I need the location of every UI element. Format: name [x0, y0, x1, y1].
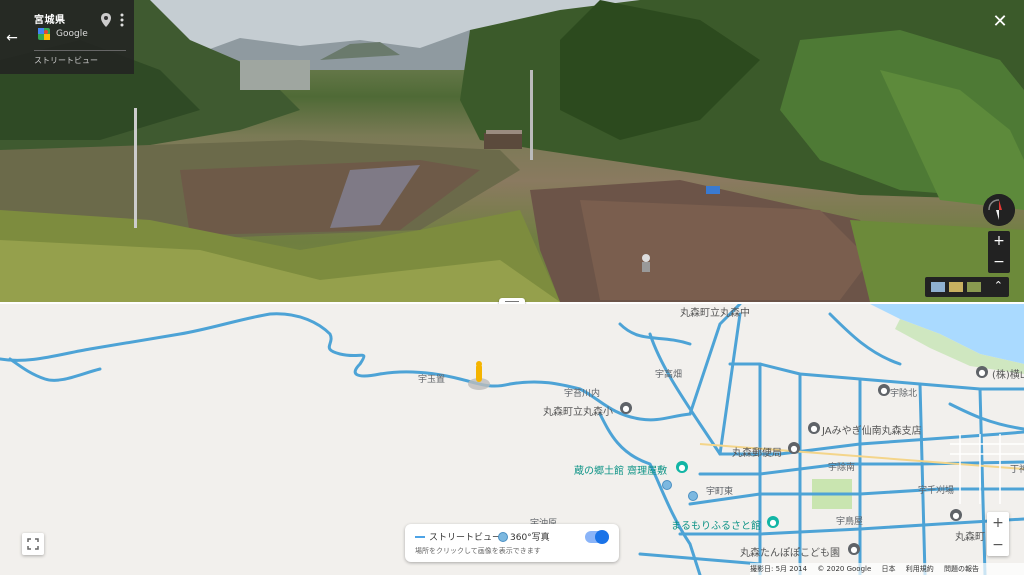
furusato-icon[interactable]: ●	[767, 516, 779, 528]
expand-chevron-icon[interactable]: ⌃	[994, 279, 1003, 292]
street-view-screen: ← 宮城県 Google ストリートビュー ✕ + − ⌃ 宇玉置 宇苔川内 丸…	[0, 0, 1024, 575]
copyright: © 2020 Google	[817, 565, 872, 573]
map-label-area3: 宇高畑	[655, 370, 683, 380]
kindergarten-icon[interactable]: ●	[848, 543, 860, 555]
map-label-area5: 宇町東	[706, 487, 734, 497]
map-zoom-controls: + −	[987, 512, 1009, 556]
street-view-mode-label: ストリートビュー	[34, 56, 98, 65]
card-divider	[34, 50, 126, 51]
company-pin-icon[interactable]: ●	[976, 366, 988, 378]
sv-zoom-out-button[interactable]: −	[988, 252, 1010, 273]
legend-photo: 360°写真	[510, 533, 550, 543]
map-label-area4: 宇除南	[828, 463, 856, 473]
location-pin-icon[interactable]	[100, 12, 112, 28]
back-arrow-icon[interactable]: ←	[4, 30, 20, 46]
map-label-north: 宇除北	[890, 389, 918, 399]
map-label-hospital: (株)横山	[992, 370, 1024, 381]
legend-street-view: ストリートビュー	[429, 533, 502, 543]
map-label-area6: 宇千刈場	[918, 486, 955, 496]
bank-pin-icon[interactable]: ●	[808, 422, 820, 434]
layer-toggle[interactable]	[585, 530, 609, 544]
museum-icon[interactable]: ●	[676, 461, 688, 473]
map-label-school: 丸森町立丸森小	[543, 407, 613, 418]
map-label-ja: JAみやぎ仙南丸森支店	[822, 426, 922, 437]
map-zoom-out-button[interactable]: −	[987, 534, 1009, 556]
map-label-post: 丸森郵便局	[732, 448, 782, 459]
street-view-zoom-controls: + −	[988, 231, 1010, 273]
street-view-line-swatch	[415, 536, 425, 538]
town-pin-icon[interactable]: ●	[950, 509, 962, 521]
post-office-icon[interactable]: ●	[788, 442, 800, 454]
panorama-image	[0, 0, 1024, 302]
north-pin-icon[interactable]: ●	[878, 384, 890, 396]
fullscreen-icon	[27, 538, 39, 550]
place-name: 宮城県	[34, 15, 66, 26]
thumbnail-2[interactable]	[949, 282, 963, 292]
school-icon[interactable]: ●	[620, 402, 632, 414]
close-button[interactable]: ✕	[990, 12, 1010, 32]
terms-link[interactable]: 利用規約	[906, 565, 934, 573]
fullscreen-button[interactable]	[22, 533, 44, 555]
capture-date: 撮影日: 5月 2014	[750, 565, 808, 573]
map-footer: 撮影日: 5月 2014 © 2020 Google 日本 利用規約 問題の報告	[750, 563, 1024, 575]
map-label-right-edge: 丁神	[1010, 465, 1024, 475]
report-link[interactable]: 問題の報告	[944, 565, 979, 573]
map-zoom-in-button[interactable]: +	[987, 512, 1009, 534]
photo-sphere-dot-2[interactable]	[688, 491, 698, 501]
sv-zoom-in-button[interactable]: +	[988, 231, 1010, 252]
google-maps-logo-icon	[38, 28, 50, 40]
map-label-area1: 宇玉置	[418, 375, 446, 385]
location-info-card: ← 宮城県 Google ストリートビュー	[0, 0, 134, 74]
street-view-panorama[interactable]: ← 宮城県 Google ストリートビュー ✕ + − ⌃	[0, 0, 1024, 302]
photo-dot-swatch	[498, 532, 508, 542]
region-link[interactable]: 日本	[882, 565, 896, 573]
photo-sphere-dot-1[interactable]	[662, 480, 672, 490]
more-options-icon[interactable]	[118, 12, 126, 28]
thumbnail-1[interactable]	[931, 282, 945, 292]
map-layer-legend: ストリートビュー 360°写真 場所をクリックして画像を表示できます	[405, 524, 619, 562]
provider-label: Google	[56, 29, 88, 39]
map-label-area2: 宇苔川内	[564, 389, 601, 399]
legend-hint: 場所をクリックして画像を表示できます	[415, 547, 541, 555]
pegman-icon[interactable]	[466, 360, 492, 390]
photo-thumbnails-strip[interactable]: ⌃	[925, 277, 1009, 297]
map-label-jr: 丸森町立丸森中	[680, 308, 750, 319]
thumbnail-3[interactable]	[967, 282, 981, 292]
map-label-furusato: まるもりふるさと館	[671, 521, 761, 532]
map-label-area8: 宇鳥屋	[836, 517, 864, 527]
compass-icon[interactable]	[983, 194, 1015, 226]
map-label-kyodo: 蔵の郷土館 齋理屋敷	[574, 466, 668, 477]
map-label-kodomo: 丸森たんぽぽこども園	[740, 548, 840, 559]
